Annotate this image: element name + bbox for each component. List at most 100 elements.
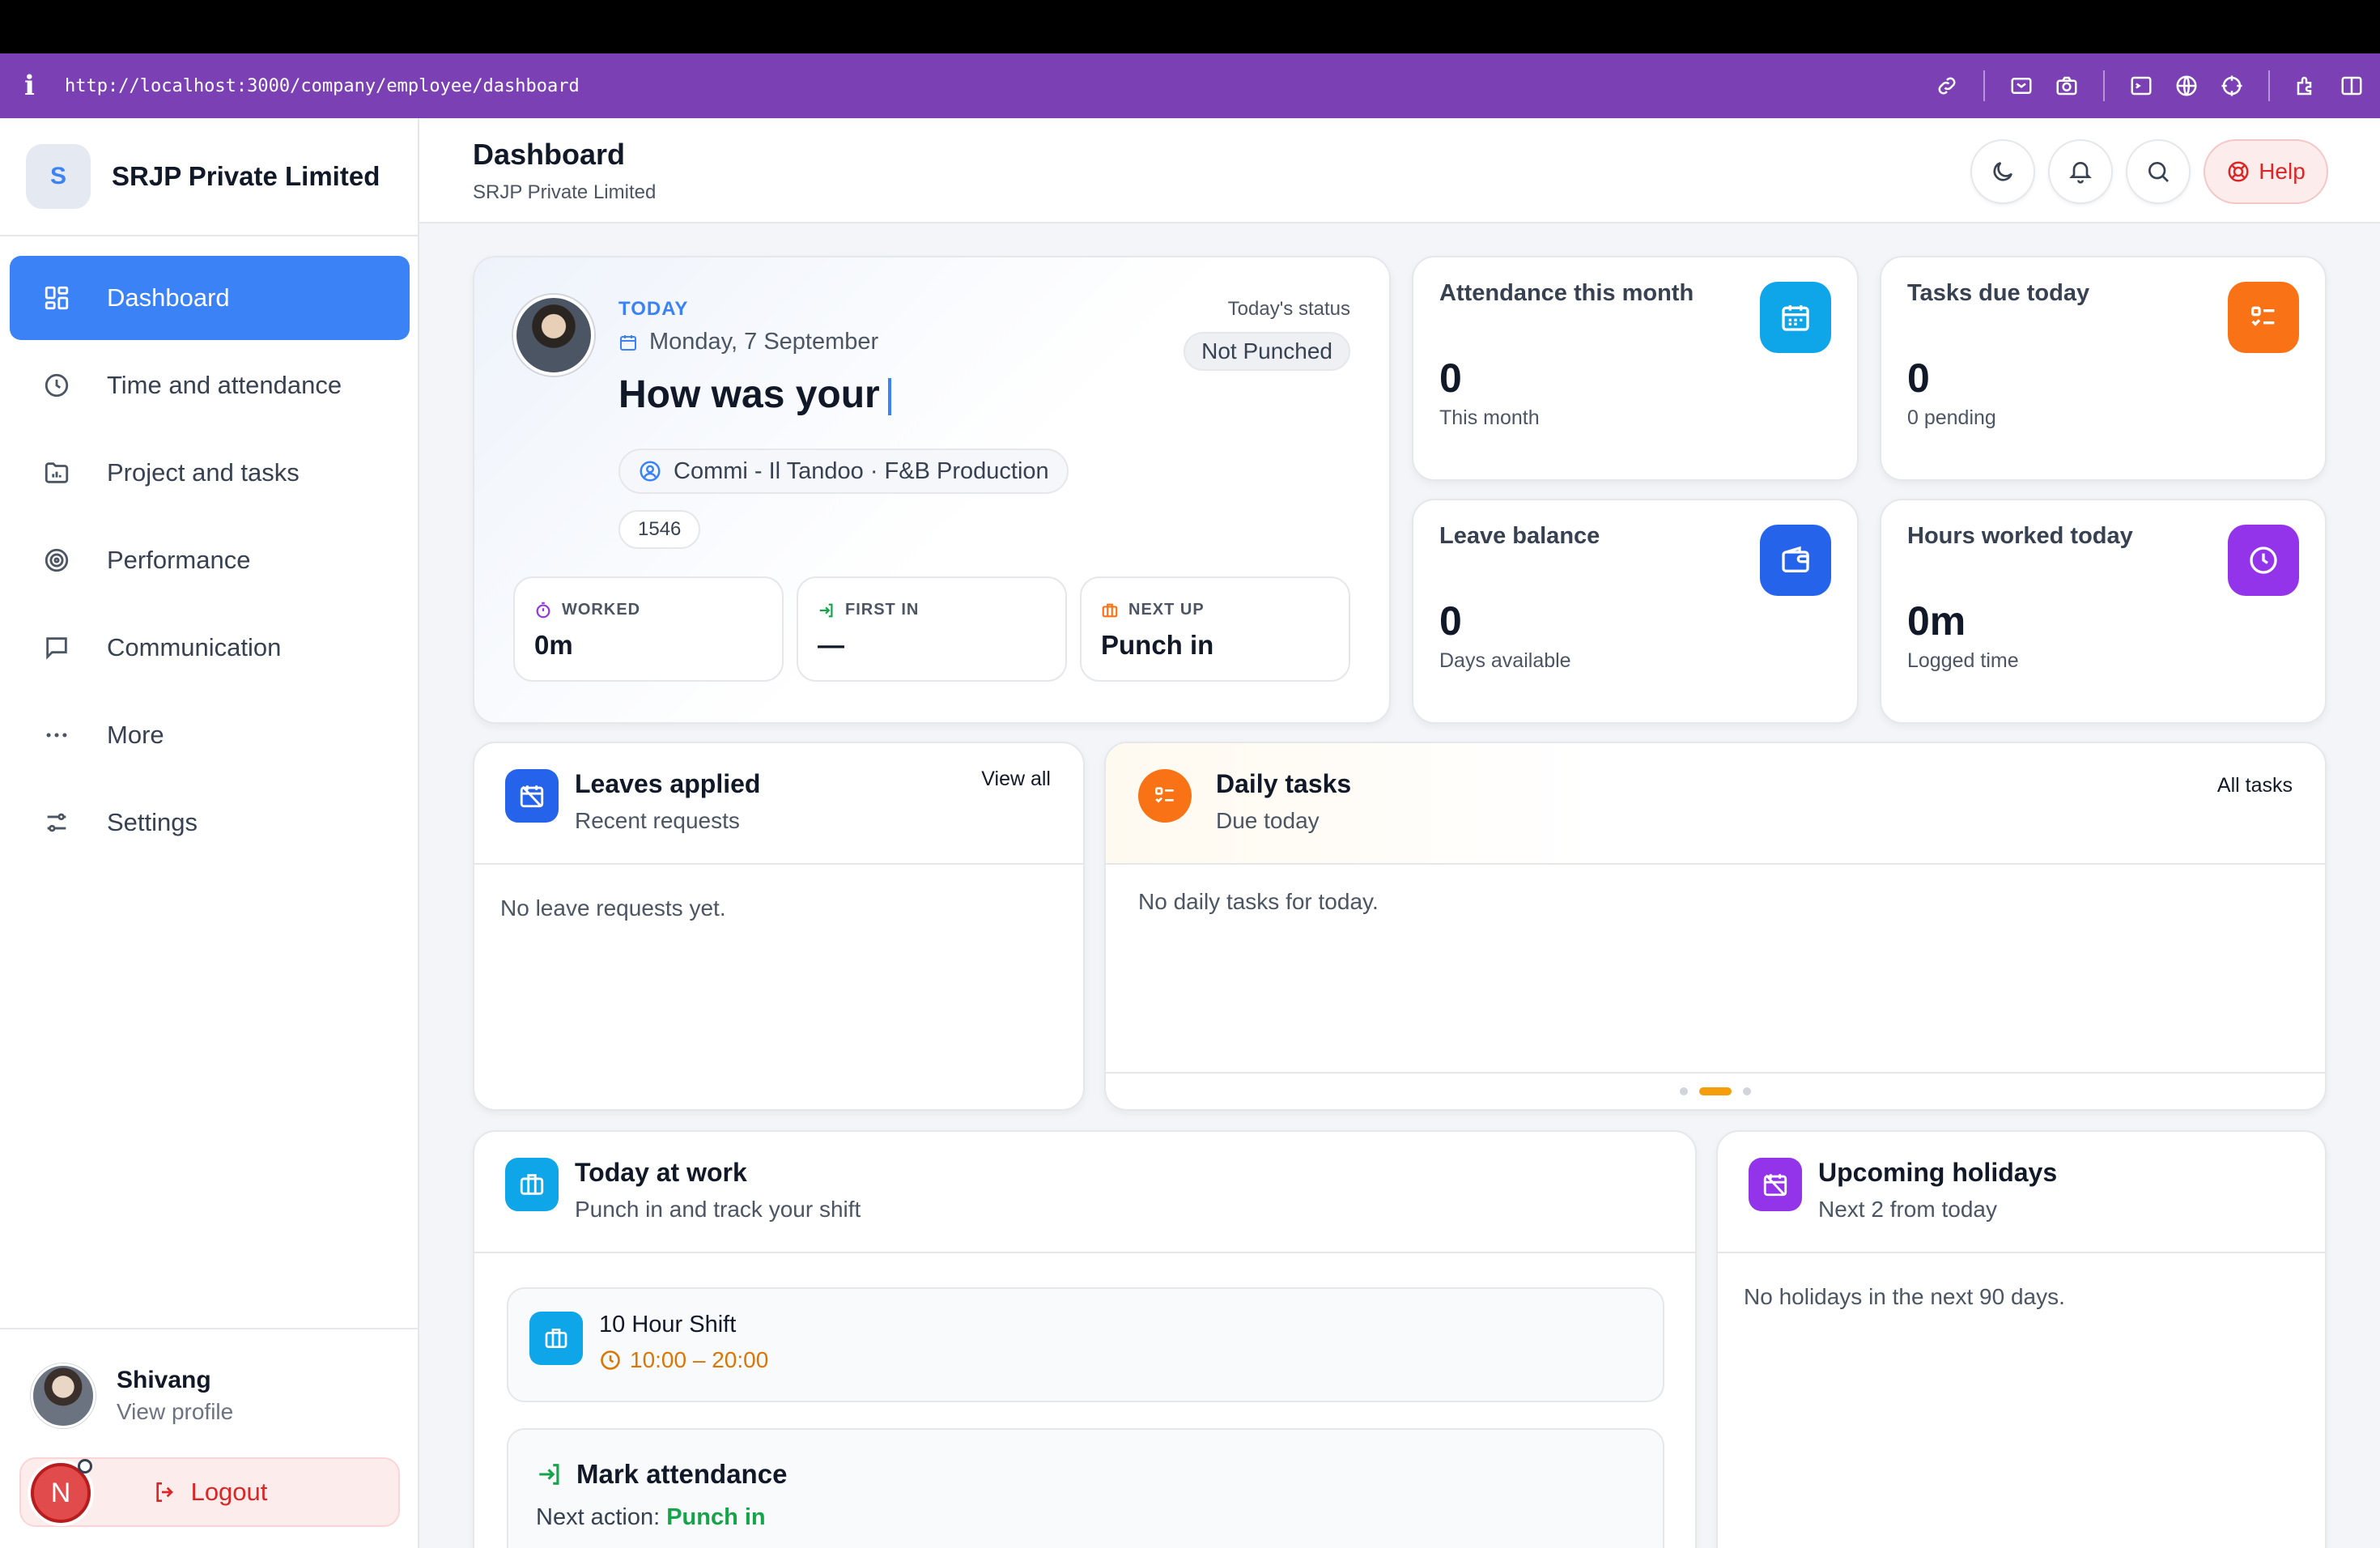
dev-indicator-dot: [78, 1459, 92, 1474]
sidebar-item-time-attendance[interactable]: Time and attendance: [10, 343, 410, 427]
sidebar-item-label: Communication: [107, 633, 282, 661]
next-up-tile: NEXT UP Punch in: [1080, 576, 1350, 682]
panel-subtitle: Due today: [1216, 808, 1320, 833]
theme-toggle-button[interactable]: [1970, 139, 2035, 204]
briefcase-icon: [505, 1158, 559, 1211]
mark-attendance-title: Mark attendance: [536, 1459, 787, 1490]
next-up-value: Punch in: [1101, 630, 1214, 660]
task-list-icon: [1138, 769, 1192, 823]
user-circle-icon: [640, 461, 661, 482]
briefcase-icon: [529, 1312, 583, 1365]
terminal-icon[interactable]: [2127, 72, 2155, 100]
message-icon: [40, 632, 73, 664]
today-at-work-panel: Today at work Punch in and track your sh…: [473, 1130, 1697, 1548]
sidebar-item-dashboard[interactable]: Dashboard: [10, 256, 410, 340]
shift-card: 10 Hour Shift 10:00 – 20:00: [507, 1287, 1664, 1402]
login-icon: [539, 1464, 559, 1485]
status-label: Today's status: [1227, 298, 1350, 320]
view-profile-link[interactable]: View profile: [117, 1399, 233, 1425]
worked-label: WORKED: [562, 601, 641, 619]
stat-value: 0: [1907, 355, 1930, 401]
sidebar-item-label: Dashboard: [107, 283, 230, 312]
panel-title: Upcoming holidays: [1818, 1158, 2058, 1187]
carousel-dot-active[interactable]: [1699, 1087, 1732, 1095]
next-action-value[interactable]: Punch in: [666, 1504, 765, 1530]
first-in-label: FIRST IN: [845, 601, 920, 619]
empty-state-text: No daily tasks for today.: [1138, 889, 1379, 914]
stat-value: 0m: [1907, 598, 1966, 644]
extension-icon[interactable]: [2293, 72, 2320, 100]
stat-card-hours-worked[interactable]: Hours worked today 0m Logged time: [1880, 499, 2327, 724]
crosshair-icon[interactable]: [2218, 72, 2246, 100]
sidebar-item-more[interactable]: More: [10, 693, 410, 777]
worked-value: 0m: [534, 630, 573, 660]
sidebar-item-performance[interactable]: Performance: [10, 518, 410, 602]
avatar: [513, 295, 594, 376]
sidebar-footer: Shivang View profile Logout N: [0, 1328, 419, 1548]
all-tasks-link[interactable]: All tasks: [2217, 774, 2293, 797]
panel-subtitle: Next 2 from today: [1818, 1197, 1997, 1222]
calendar-icon: [620, 334, 636, 351]
avatar: [31, 1363, 96, 1428]
current-date: Monday, 7 September: [618, 329, 878, 355]
panel-title: Today at work: [575, 1158, 747, 1187]
stat-card-attendance[interactable]: Attendance this month 0 This month: [1412, 256, 1859, 481]
sidebar-nav: Dashboard Time and attendance Project an…: [0, 118, 419, 868]
panel-title: Daily tasks: [1216, 769, 1352, 798]
sidebar-item-communication[interactable]: Communication: [10, 606, 410, 690]
panel-header: Upcoming holidays Next 2 from today: [1718, 1132, 2325, 1253]
url-text[interactable]: http://localhost:3000/company/employee/d…: [65, 76, 580, 96]
target-icon: [40, 544, 73, 576]
toolbar-divider: [2103, 70, 2105, 101]
notifications-button[interactable]: [2048, 139, 2113, 204]
daily-tasks-panel: Daily tasks Due today All tasks No daily…: [1104, 742, 2327, 1111]
stat-subtext: Days available: [1439, 649, 1571, 672]
sidebar-item-label: Project and tasks: [107, 458, 300, 487]
empty-state-text: No leave requests yet.: [500, 895, 726, 921]
next-up-label: NEXT UP: [1128, 601, 1205, 619]
link-icon[interactable]: [1933, 72, 1961, 100]
carousel-dot[interactable]: [1743, 1087, 1751, 1095]
mark-attendance-card[interactable]: Mark attendance Next action: Punch in: [507, 1428, 1664, 1548]
today-summary-card: TODAY Monday, 7 September How was your T…: [473, 256, 1391, 724]
stat-subtext: Logged time: [1907, 649, 2019, 672]
sidebar-item-project-tasks[interactable]: Project and tasks: [10, 431, 410, 515]
stat-subtext: 0 pending: [1907, 406, 1996, 429]
shift-time-text: 10:00 – 20:00: [630, 1347, 769, 1372]
help-button[interactable]: Help: [2204, 139, 2328, 204]
user-profile[interactable]: Shivang View profile: [31, 1363, 233, 1428]
stat-label: Hours worked today: [1907, 523, 2133, 549]
stat-value: 0: [1439, 355, 1462, 401]
shift-time: 10:00 – 20:00: [599, 1347, 768, 1373]
role-chip: Commi - Il Tandoo · F&B Production: [618, 449, 1069, 494]
search-button[interactable]: [2126, 139, 2191, 204]
sidebar-toggle-icon[interactable]: [2338, 72, 2365, 100]
screenshot-icon[interactable]: [2008, 72, 2035, 100]
sidebar-item-settings[interactable]: Settings: [10, 780, 410, 865]
camera-icon[interactable]: [2053, 72, 2080, 100]
folder-chart-icon: [40, 457, 73, 489]
info-icon[interactable]: i: [24, 70, 49, 102]
shift-name: 10 Hour Shift: [599, 1312, 737, 1337]
first-in-value: —: [818, 630, 844, 660]
stat-card-leave-balance[interactable]: Leave balance 0 Days available: [1412, 499, 1859, 724]
address-bar: i http://localhost:3000/company/employee…: [0, 53, 2380, 118]
carousel-dot[interactable]: [1680, 1087, 1688, 1095]
login-icon: [819, 603, 833, 617]
next-action: Next action: Punch in: [536, 1504, 766, 1531]
stat-card-tasks[interactable]: Tasks due today 0 0 pending: [1880, 256, 2327, 481]
view-all-link[interactable]: View all: [981, 768, 1051, 791]
sidebar-item-label: More: [107, 721, 164, 749]
sidebar-item-label: Time and attendance: [107, 371, 342, 399]
status-badge: Not Punched: [1184, 332, 1350, 371]
greeting-text: How was your: [618, 373, 880, 416]
leaves-applied-panel: Leaves applied Recent requests View all …: [473, 742, 1085, 1111]
panel-subtitle: Punch in and track your shift: [575, 1197, 861, 1222]
globe-icon[interactable]: [2173, 72, 2200, 100]
stopwatch-icon: [536, 602, 550, 618]
stat-label: Leave balance: [1439, 523, 1600, 549]
stat-label: Tasks due today: [1907, 280, 2090, 306]
help-label: Help: [2259, 159, 2306, 184]
mark-attendance-label: Mark attendance: [576, 1459, 788, 1489]
clock-icon: [40, 369, 73, 402]
